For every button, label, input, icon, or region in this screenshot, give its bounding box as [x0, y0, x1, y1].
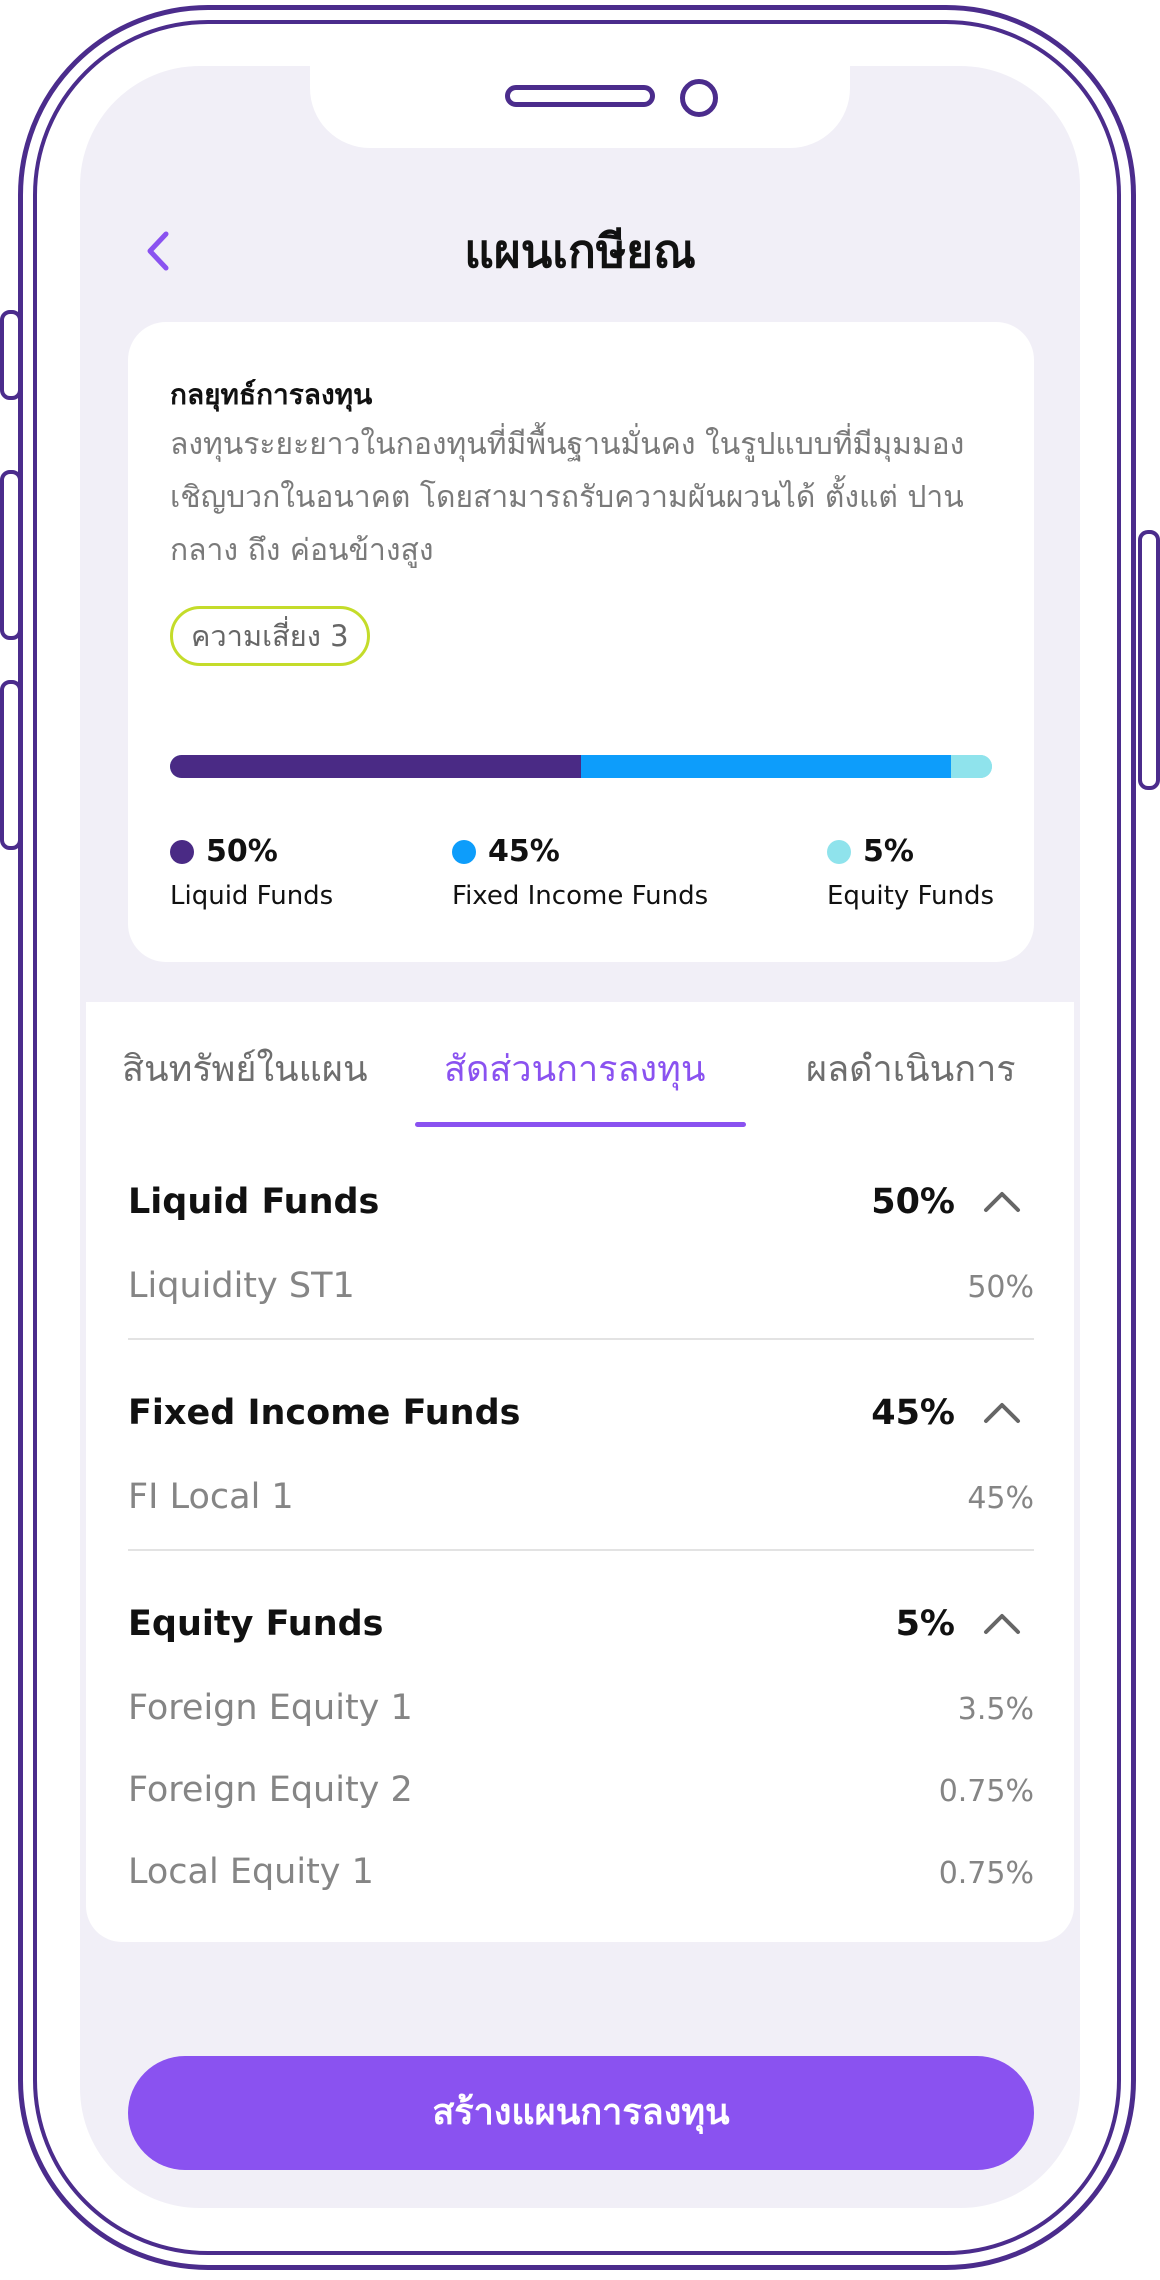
side-button: [0, 310, 22, 400]
back-button[interactable]: [138, 226, 178, 276]
legend-name: Liquid Funds: [170, 881, 334, 911]
legend-dot: [452, 839, 476, 864]
legend-pct: 5%: [863, 834, 914, 869]
divider: [128, 1549, 1034, 1551]
side-button: [0, 680, 22, 850]
strategy-description: ลงทุนระยะยาวในกองทุนที่มีพื้นฐานมั่นคง ใ…: [170, 427, 965, 568]
side-button: [0, 470, 22, 640]
section-title[interactable]: Equity Funds: [128, 1604, 384, 1644]
fund-item-name: FI Local 1: [128, 1477, 294, 1517]
legend-name: Equity Funds: [827, 881, 995, 911]
legend-item-fixed-income: 45% Fixed Income Funds: [452, 834, 708, 911]
legend-pct: 45%: [488, 834, 560, 869]
section-title[interactable]: Fixed Income Funds: [128, 1393, 520, 1433]
tab-allocation[interactable]: สัดส่วนการลงทุน: [444, 1040, 705, 1097]
allocation-bar-segment-equity: [950, 755, 992, 778]
section-pct: 45%: [871, 1393, 955, 1433]
legend-item-equity: 5% Equity Funds: [827, 834, 994, 911]
speaker: [505, 85, 655, 107]
fund-item-pct: 0.75%: [938, 1774, 1034, 1809]
legend-pct: 50%: [206, 834, 278, 869]
create-plan-button[interactable]: สร้างแผนการลงทุน: [128, 2056, 1034, 2170]
page-title: แผนเกษียณ: [464, 224, 696, 278]
fund-item-name: Foreign Equity 2: [128, 1770, 413, 1810]
section-pct: 5%: [895, 1604, 955, 1644]
strategy-title: กลยุทธ์การลงทุน: [170, 378, 373, 411]
legend-item-liquid: 50% Liquid Funds: [170, 834, 333, 911]
active-tab-indicator: [415, 1122, 746, 1127]
chevron-up-icon[interactable]: [982, 1608, 1022, 1638]
allocation-bar-segment-fixed-income: [581, 755, 951, 778]
tab-performance[interactable]: ผลดำเนินการ: [806, 1040, 1016, 1097]
fund-item-pct: 50%: [967, 1270, 1034, 1305]
fund-item-name: Liquidity ST1: [128, 1266, 355, 1306]
section-title[interactable]: Liquid Funds: [128, 1182, 379, 1222]
divider: [128, 1338, 1034, 1340]
legend-dot: [170, 839, 194, 864]
legend-name: Fixed Income Funds: [452, 881, 709, 911]
fund-item-name: Local Equity 1: [128, 1852, 374, 1892]
chevron-up-icon[interactable]: [982, 1186, 1022, 1216]
fund-item-pct: 45%: [967, 1481, 1034, 1516]
fund-item-pct: 0.75%: [938, 1856, 1034, 1891]
allocation-bar-segment-liquid: [170, 755, 581, 778]
legend-dot: [827, 839, 851, 864]
fund-item-name: Foreign Equity 1: [128, 1688, 413, 1728]
risk-badge: ความเสี่ยง 3: [170, 606, 370, 666]
allocation-bar: [170, 755, 992, 778]
chevron-left-icon: [147, 231, 169, 271]
power-button: [1138, 530, 1160, 790]
chevron-up-icon[interactable]: [982, 1397, 1022, 1427]
section-pct: 50%: [871, 1182, 955, 1222]
tab-assets[interactable]: สินทรัพย์ในแผน: [122, 1040, 368, 1097]
fund-item-pct: 3.5%: [957, 1692, 1034, 1727]
camera: [680, 79, 718, 117]
